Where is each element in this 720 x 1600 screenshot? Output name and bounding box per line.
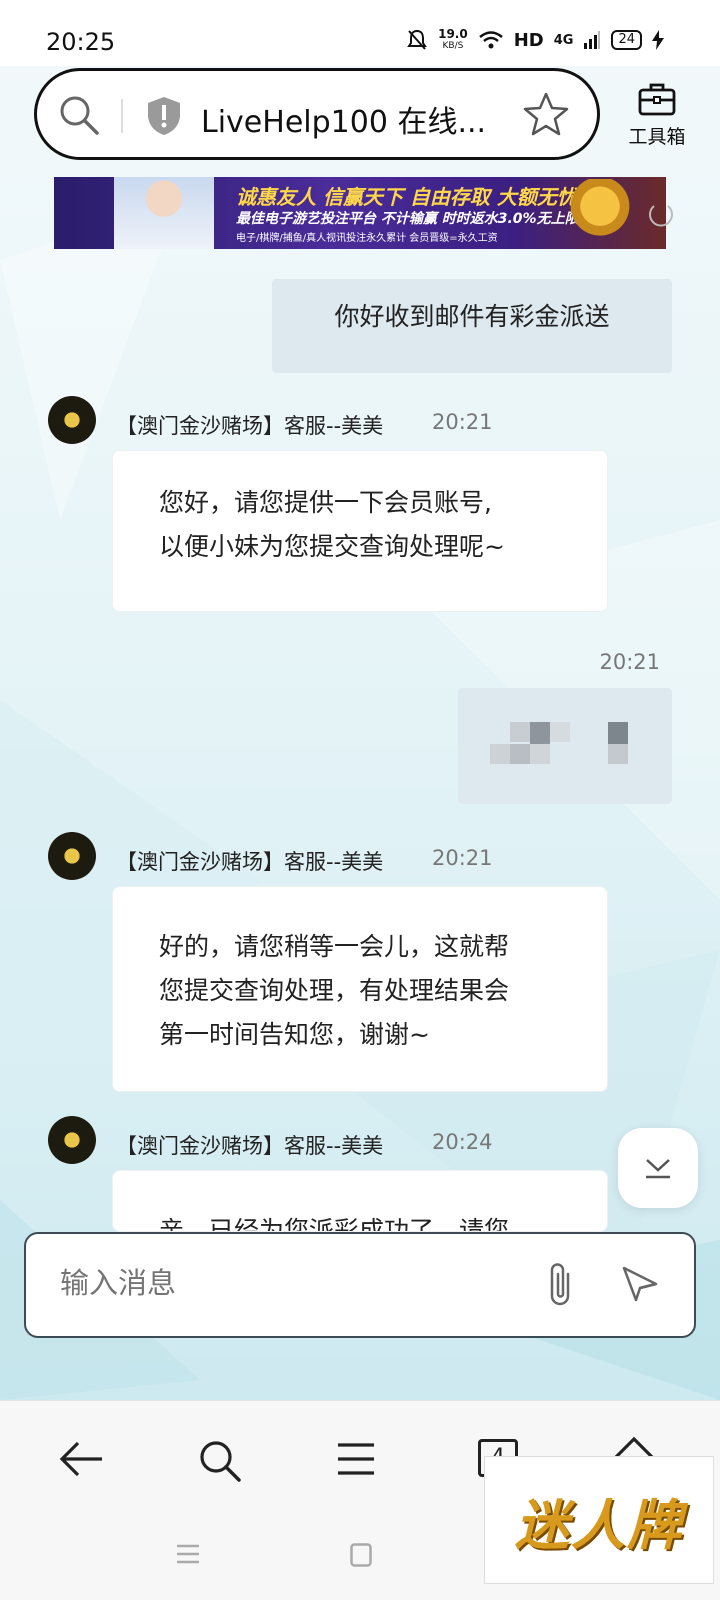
menu-icon[interactable] xyxy=(336,1439,376,1479)
message-time: 20:21 xyxy=(599,650,660,674)
agent-avatar[interactable] xyxy=(48,396,96,444)
message-input-box[interactable] xyxy=(24,1232,696,1338)
message-input[interactable] xyxy=(60,1266,480,1300)
ad-banner[interactable]: 诚惠友人 信赢天下 自由存取 大额无忧 最佳电子游艺投注平台 不计输赢 时时返水… xyxy=(54,177,666,249)
my-message-bubble: 你好收到邮件有彩金派送 xyxy=(272,279,672,373)
page-title[interactable]: LiveHelp100 在线... xyxy=(201,97,486,141)
address-bar[interactable]: LiveHelp100 在线... xyxy=(34,68,600,160)
send-icon[interactable] xyxy=(620,1264,660,1304)
banner-idol-image xyxy=(550,179,650,247)
redacted-account-text xyxy=(490,722,628,764)
bookmark-star-icon[interactable] xyxy=(523,91,569,137)
agent-avatar[interactable] xyxy=(48,1116,96,1164)
message-line: 您好，请您提供一下会员账号, xyxy=(159,488,492,517)
shield-icon[interactable] xyxy=(145,95,183,137)
agent-message-bubble: 好的，请您稍等一会儿，这就帮 您提交查询处理，有处理结果会 第一时间告知您，谢谢… xyxy=(112,886,608,1092)
message-line: 以便小妹为您提交查询处理呢~ xyxy=(159,532,505,561)
chevron-down-icon xyxy=(646,1159,670,1179)
charging-icon xyxy=(652,30,664,50)
attachment-icon[interactable] xyxy=(546,1260,576,1308)
search-icon[interactable] xyxy=(198,1439,242,1483)
battery-indicator: 24 xyxy=(611,30,642,50)
watermark-logo: 迷人牌 xyxy=(484,1456,714,1584)
wifi-icon xyxy=(478,31,503,49)
hd-label: HD xyxy=(513,29,544,51)
status-bar: 20:25 19.0 KB/S HD 4G 24 xyxy=(0,0,720,66)
message-line: 亲，已经为您派彩成功了，请您 xyxy=(159,1216,510,1232)
message-time: 20:21 xyxy=(432,846,493,870)
status-time: 20:25 xyxy=(46,28,116,56)
net-speed: 19.0 KB/S xyxy=(438,27,468,51)
agent-message-bubble: 您好，请您提供一下会员账号, 以便小妹为您提交查询处理呢~ xyxy=(112,450,608,612)
bell-muted-icon xyxy=(407,29,427,50)
sender-name: 【澳门金沙赌场】客服--美美 xyxy=(116,1134,384,1158)
toolbox-icon xyxy=(638,83,676,116)
signal-icon xyxy=(584,31,601,49)
agent-message-bubble: 亲，已经为您派彩成功了，请您 xyxy=(112,1170,608,1232)
search-icon[interactable] xyxy=(57,93,101,137)
message-line: 第一时间告知您，谢谢~ xyxy=(159,1020,430,1049)
scroll-to-bottom-button[interactable] xyxy=(618,1128,698,1208)
banner-subline: 最佳电子游艺投注平台 不计输赢 时时返水3.0%无上限 xyxy=(236,211,579,227)
agent-avatar[interactable] xyxy=(48,832,96,880)
watermark-text: 迷人牌 xyxy=(515,1492,683,1557)
toolbox-button[interactable]: 工具箱 xyxy=(612,82,702,149)
banner-headline: 诚惠友人 信赢天下 自由存取 大额无忧 xyxy=(236,185,577,209)
message-text: 你好收到邮件有彩金派送 xyxy=(334,302,610,331)
message-line: 好的，请您稍等一会儿，这就帮 xyxy=(159,932,510,961)
banner-model-image xyxy=(114,177,214,249)
back-arrow-icon[interactable] xyxy=(58,1439,106,1479)
message-time: 20:21 xyxy=(432,410,493,434)
signal-label: 4G xyxy=(553,32,574,48)
message-line: 您提交查询处理，有处理结果会 xyxy=(159,976,510,1005)
refresh-icon[interactable] xyxy=(648,200,674,230)
sender-name: 【澳门金沙赌场】客服--美美 xyxy=(116,414,384,438)
toolbox-label: 工具箱 xyxy=(628,126,686,148)
system-home-icon[interactable] xyxy=(350,1543,372,1567)
message-time: 20:24 xyxy=(432,1130,493,1154)
address-divider xyxy=(121,99,123,133)
system-menu-icon[interactable] xyxy=(176,1543,200,1565)
sender-name: 【澳门金沙赌场】客服--美美 xyxy=(116,850,384,874)
banner-footnote: 电子/棋牌/捕鱼/真人视讯投注永久累计 会员晋级=永久工资 xyxy=(236,233,498,244)
status-icons: 19.0 KB/S HD 4G 24 xyxy=(406,28,664,52)
